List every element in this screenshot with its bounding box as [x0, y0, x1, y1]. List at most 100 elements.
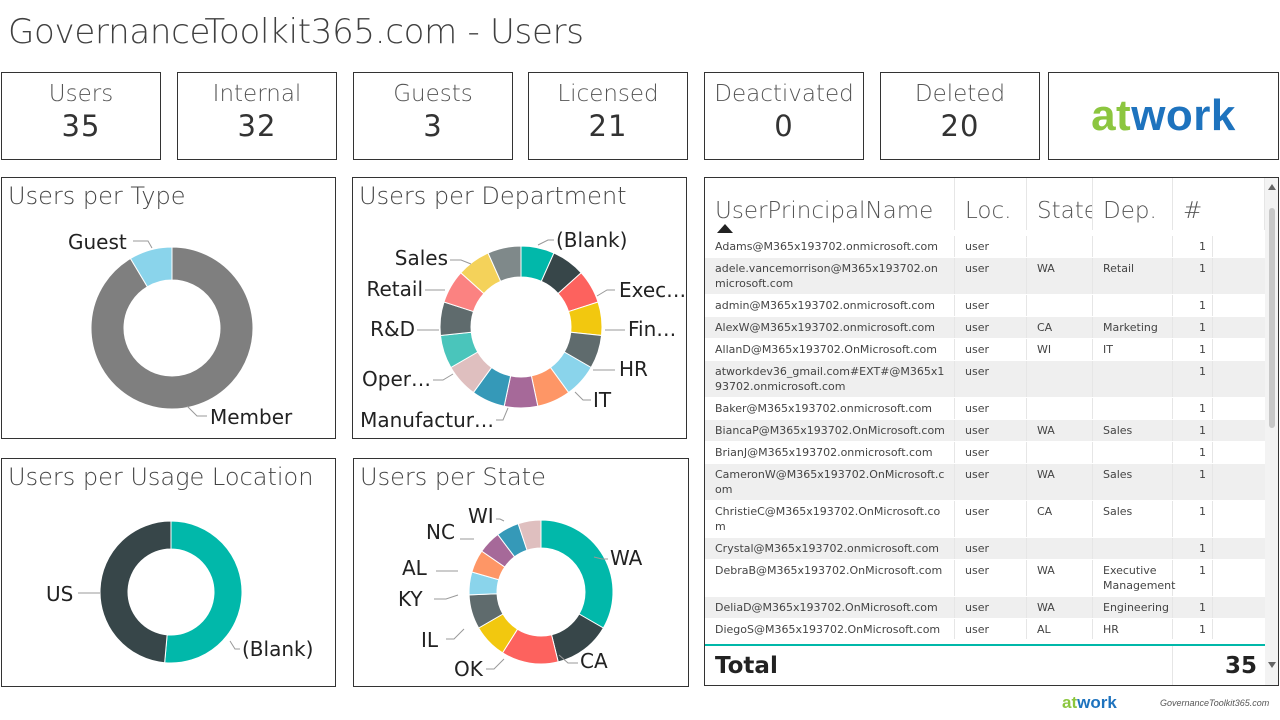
leader-line [433, 373, 454, 381]
leader-line [496, 518, 505, 522]
column-header-upn[interactable]: UserPrincipalName [705, 178, 955, 230]
cell-count: 1 [1173, 597, 1213, 618]
cell-count: 1 [1173, 464, 1213, 500]
column-header-state[interactable]: State [1027, 178, 1093, 230]
chart-users-per-usage-location[interactable]: Users per Usage Location US (Blank) [1, 458, 336, 687]
leader-line [186, 405, 207, 417]
table-scrollbar[interactable] [1265, 178, 1278, 685]
cell-department [1093, 361, 1173, 397]
kpi-card-deactivated[interactable]: Deactivated 0 [704, 72, 864, 160]
cell-upn: Crystal@M365x193702.onmicrosoft.com [705, 538, 955, 559]
cell-department: IT [1093, 339, 1173, 360]
cell-state: AL [1027, 619, 1093, 639]
kpi-card-users[interactable]: Users 35 [1, 72, 161, 160]
column-header-department[interactable]: Dep. [1093, 178, 1173, 230]
kpi-card-guests[interactable]: Guests 3 [353, 72, 513, 160]
cell-upn: atworkdev36_gmail.com#EXT#@M365x193702.o… [705, 361, 955, 397]
cell-location: user [955, 236, 1027, 257]
donut-chart-state[interactable]: WA CA OK IL KY AL NC WI [354, 459, 689, 687]
cell-location: user [955, 619, 1027, 639]
page-title: GovernanceToolkit365.com - Users [8, 12, 584, 52]
slice-label: WI [468, 504, 494, 528]
cell-department: Sales [1093, 501, 1173, 537]
table-row[interactable]: CameronW@M365x193702.OnMicrosoft.com user… [705, 464, 1265, 501]
leader-line [496, 407, 509, 421]
cell-count: 1 [1173, 420, 1213, 441]
cell-upn: DiegoS@M365x193702.OnMicrosoft.com [705, 619, 955, 639]
scroll-down-arrow-icon[interactable] [1268, 662, 1276, 668]
column-header-location[interactable]: Loc. [955, 178, 1027, 230]
cell-upn: DeliaD@M365x193702.OnMicrosoft.com [705, 597, 955, 618]
table-row[interactable]: DeliaD@M365x193702.OnMicrosoft.com user WA… [705, 597, 1265, 619]
sort-ascending-icon[interactable] [717, 224, 733, 233]
kpi-label: Deleted [914, 81, 1006, 107]
donut-chart-type[interactable]: Guest Member [2, 178, 336, 439]
footer-logo: atwork [1062, 693, 1117, 713]
slice-label: WA [610, 546, 643, 570]
leader-line [537, 239, 554, 246]
table-row[interactable]: Baker@M365x193702.onmicrosoft.com user 1 [705, 398, 1265, 420]
cell-state: CA [1027, 501, 1093, 537]
slice-label: R&D [370, 317, 415, 341]
cell-department: Marketing [1093, 317, 1173, 338]
table-row[interactable]: BiancaP@M365x193702.OnMicrosoft.com user W… [705, 420, 1265, 442]
cell-department [1093, 236, 1173, 257]
kpi-card-internal[interactable]: Internal 32 [177, 72, 337, 160]
donut-chart-location[interactable]: US (Blank) [2, 459, 336, 687]
kpi-value: 20 [940, 109, 980, 143]
footer-site-text: GovernanceToolkit365.com [1160, 698, 1270, 708]
leader-line [574, 391, 591, 401]
table-row[interactable]: DiegoS@M365x193702.OnMicrosoft.com user AL… [705, 619, 1265, 639]
column-header-count[interactable]: # [1173, 178, 1265, 230]
cell-count: 1 [1173, 398, 1213, 419]
slice-label: (Blank) [556, 228, 627, 252]
cell-count: 1 [1173, 501, 1213, 537]
users-table[interactable]: UserPrincipalName Loc. State Dep. # Adam… [704, 177, 1279, 686]
chart-users-per-type[interactable]: Users per Type Guest Member [1, 177, 336, 439]
scroll-up-arrow-icon[interactable] [1268, 184, 1276, 190]
kpi-label: Deactivated [714, 81, 854, 107]
cell-state: WA [1027, 560, 1093, 596]
slice-label: KY [398, 587, 423, 611]
donut-chart-department[interactable]: (Blank) Exec… Fin… HR IT Manufactur… Oper… R&D R… [353, 178, 687, 439]
table-row[interactable]: Crystal@M365x193702.onmicrosoft.com user 1 [705, 538, 1265, 560]
cell-state: WA [1027, 258, 1093, 294]
table-row[interactable]: DebraB@M365x193702.OnMicrosoft.com user WA… [705, 560, 1265, 597]
cell-location: user [955, 597, 1027, 618]
cell-upn: AllanD@M365x193702.OnMicrosoft.com [705, 339, 955, 360]
table-row[interactable]: admin@M365x193702.onmicrosoft.com user 1 [705, 295, 1265, 317]
table-row[interactable]: BrianJ@M365x193702.onmicrosoft.com user 1 [705, 442, 1265, 464]
cell-location: user [955, 361, 1027, 397]
slice-label: (Blank) [242, 637, 313, 661]
table-row[interactable]: adele.vancemorrison@M365x193702.onmicros… [705, 258, 1265, 295]
kpi-card-deleted[interactable]: Deleted 20 [880, 72, 1040, 160]
table-row[interactable]: Adams@M365x193702.onmicrosoft.com user 1 [705, 236, 1265, 258]
cell-department: Sales [1093, 464, 1173, 500]
kpi-card-licensed[interactable]: Licensed 21 [528, 72, 688, 160]
slice-label: IT [593, 388, 612, 412]
chart-users-per-department[interactable]: Users per Department (Blank) Exec… Fin… HR I… [352, 177, 687, 439]
slice-label: Oper… [362, 367, 431, 391]
cell-upn: admin@M365x193702.onmicrosoft.com [705, 295, 955, 316]
cell-department [1093, 295, 1173, 316]
cell-count: 1 [1173, 295, 1213, 316]
cell-state [1027, 442, 1093, 463]
slice-label: Fin… [628, 317, 676, 341]
donut-slice[interactable] [99, 520, 172, 664]
table-row[interactable]: atworkdev36_gmail.com#EXT#@M365x193702.o… [705, 361, 1265, 398]
cell-upn: DebraB@M365x193702.OnMicrosoft.com [705, 560, 955, 596]
cell-upn: BrianJ@M365x193702.onmicrosoft.com [705, 442, 955, 463]
footer-logo-at: at [1062, 693, 1078, 712]
atwork-logo: atwork [1048, 72, 1279, 160]
cell-state: WA [1027, 420, 1093, 441]
table-row[interactable]: ChristieC@M365x193702.OnMicrosoft.com use… [705, 501, 1265, 538]
cell-count: 1 [1173, 339, 1213, 360]
kpi-value: 3 [423, 109, 443, 143]
cell-count: 1 [1173, 258, 1213, 294]
table-row[interactable]: AlexW@M365x193702.onmicrosoft.com user CA M… [705, 317, 1265, 339]
donut-slice[interactable] [540, 519, 614, 629]
scroll-thumb[interactable] [1269, 208, 1275, 428]
leader-line [596, 289, 615, 297]
chart-users-per-state[interactable]: Users per State WA CA OK IL KY AL NC WI [353, 458, 689, 687]
table-row[interactable]: AllanD@M365x193702.OnMicrosoft.com user WI… [705, 339, 1265, 361]
